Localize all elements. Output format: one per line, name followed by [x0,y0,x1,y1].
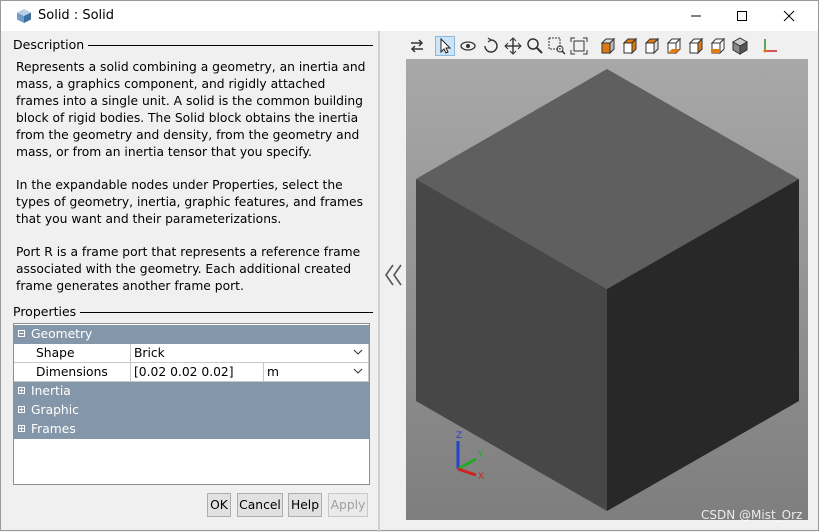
ok-button[interactable]: OK [207,493,231,517]
dimensions-input[interactable]: [0.02 0.02 0.02] [131,363,264,382]
chevron-down-icon [353,368,363,374]
shape-row: Shape Brick [14,344,369,363]
shape-label-cell: Shape [14,344,131,363]
properties-group-label: Properties [13,304,81,319]
orbit-icon[interactable] [482,37,500,55]
shape-value: Brick [134,346,165,360]
tree-node-geometry[interactable]: Geometry [14,325,369,344]
dimensions-label: Dimensions [36,365,108,379]
solid-block-dialog: Solid : Solid Description Represents a s… [0,0,819,532]
collapse-minus-icon[interactable] [18,330,25,337]
properties-group-line [77,312,373,313]
help-button[interactable]: Help [288,493,322,517]
frames-label: Frames [31,422,76,436]
cube-render: Z Y X [416,69,799,511]
close-icon [783,10,795,22]
front-view-icon[interactable] [599,37,617,55]
watermark: CSDN @Mist_Orz [701,508,803,522]
isometric-view-icon[interactable] [731,37,749,55]
zoom-icon[interactable] [526,37,544,55]
pan-icon[interactable] [504,37,522,55]
description-text: Represents a solid combining a geometry,… [16,59,368,311]
graphic-label: Graphic [31,403,79,417]
left-view-icon[interactable] [643,37,661,55]
close-button[interactable] [766,1,812,31]
description-group-line [83,45,373,46]
select-pointer-icon[interactable] [435,36,455,56]
description-group-label: Description [13,37,89,52]
3d-viewport[interactable]: Z Y X [406,59,808,520]
tree-node-graphic[interactable]: Graphic [14,401,369,420]
rotate-view-icon[interactable] [459,37,477,55]
maximize-icon [737,11,747,21]
bottom-view-icon[interactable] [709,37,727,55]
chevron-down-icon [353,349,363,355]
collapse-panel-icon[interactable] [384,263,404,293]
shape-label: Shape [36,346,75,360]
geometry-label: Geometry [31,327,93,341]
maximize-button[interactable] [719,1,765,31]
apply-button[interactable]: Apply [328,493,368,517]
description-paragraph: In the expandable nodes under Properties… [16,178,363,226]
swap-icon[interactable] [408,37,426,55]
description-paragraph: Represents a solid combining a geometry,… [16,60,366,159]
cancel-button[interactable]: Cancel [237,493,283,517]
inertia-label: Inertia [31,384,71,398]
dimensions-value: [0.02 0.02 0.02] [134,365,234,379]
axes-triad: Z Y X [456,431,484,482]
minimize-button[interactable] [673,1,719,31]
dimensions-unit-select[interactable]: m [264,363,369,382]
description-paragraph: Port R is a frame port that represents a… [16,245,361,293]
dimensions-label-cell: Dimensions [14,363,131,382]
title-bar[interactable]: Solid : Solid [1,1,818,31]
dimensions-row: Dimensions [0.02 0.02 0.02] m [14,363,369,382]
tree-node-frames[interactable]: Frames [14,420,369,439]
window-title: Solid : Solid [38,8,115,23]
panel-splitter[interactable] [378,31,380,532]
tree-node-inertia[interactable]: Inertia [14,382,369,401]
triad-x-label: X [478,472,484,482]
expand-plus-icon[interactable] [18,406,25,413]
shape-select[interactable]: Brick [131,344,369,363]
fit-view-icon[interactable] [570,37,588,55]
dimensions-unit: m [267,365,279,379]
right-view-icon[interactable] [665,37,683,55]
top-view-icon[interactable] [687,37,705,55]
triad-z-label: Z [456,431,462,441]
triad-y-label: Y [477,450,484,460]
minimize-icon [691,15,701,17]
properties-tree: Geometry Shape Brick Dimensions [0.02 0.… [13,323,370,485]
axes-triad-icon[interactable] [761,37,779,55]
back-view-icon[interactable] [621,37,639,55]
expand-plus-icon[interactable] [18,387,25,394]
zoom-box-icon[interactable] [548,37,566,55]
cube-app-icon [17,9,31,23]
expand-plus-icon[interactable] [18,425,25,432]
